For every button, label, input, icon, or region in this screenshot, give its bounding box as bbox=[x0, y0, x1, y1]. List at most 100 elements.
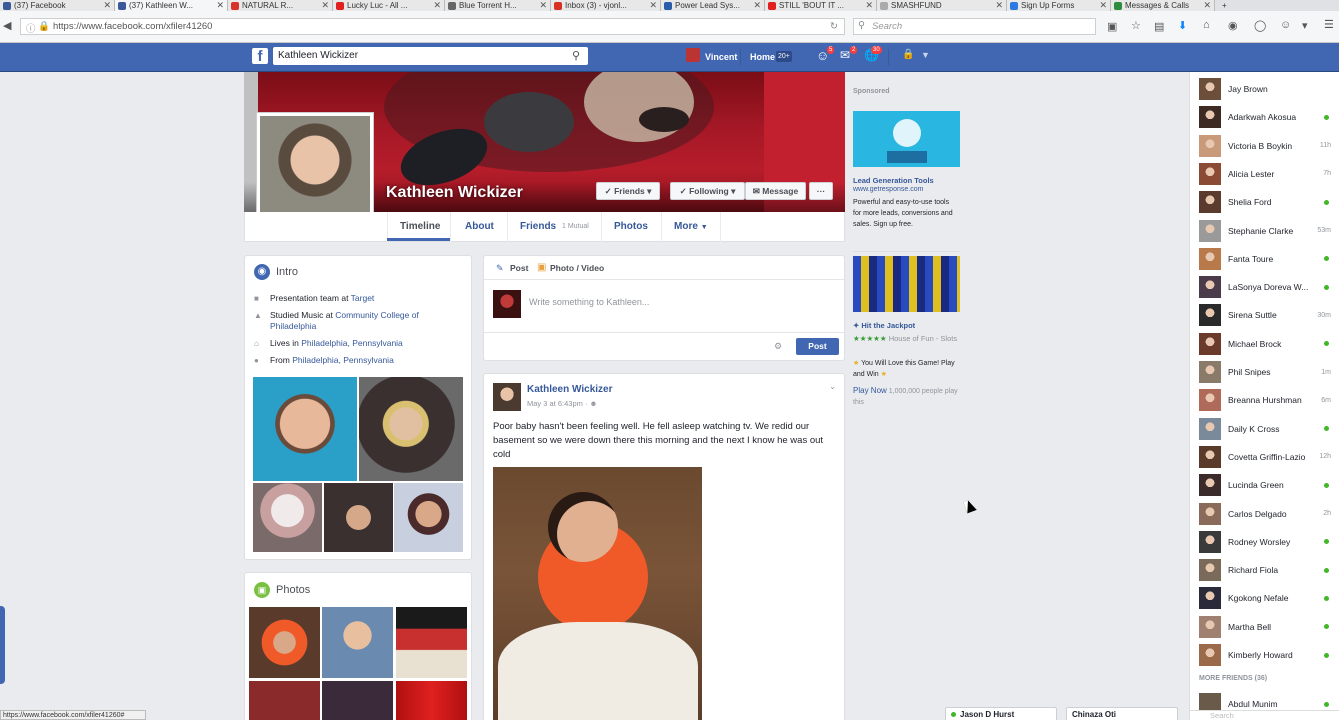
chat-friend-row[interactable]: Covetta Griffin-Lazio 12h bbox=[1199, 445, 1331, 469]
profile-name[interactable]: Kathleen Wickizer bbox=[386, 184, 523, 202]
post-time[interactable]: May 3 at 6:43pm bbox=[527, 399, 583, 408]
browser-tab[interactable]: Messages & Calls ✕ bbox=[1111, 0, 1215, 11]
ad-image[interactable] bbox=[853, 111, 960, 167]
chat-friend-row[interactable]: Lucinda Green bbox=[1199, 473, 1331, 497]
featured-photo[interactable] bbox=[253, 377, 357, 481]
gear-icon[interactable]: ⚙ bbox=[774, 341, 782, 352]
message-button[interactable]: ✉ Message bbox=[745, 182, 806, 200]
ad-title[interactable]: Lead Generation Tools bbox=[853, 176, 934, 185]
bookmark-star-icon[interactable]: ☆ bbox=[1131, 19, 1141, 32]
featured-photo[interactable] bbox=[359, 377, 463, 481]
more-options-button[interactable]: ··· bbox=[809, 182, 833, 200]
header-user-name[interactable]: Vincent bbox=[705, 52, 737, 62]
chat-friend-row[interactable]: Jay Brown bbox=[1199, 77, 1331, 101]
tab-about[interactable]: About bbox=[465, 221, 494, 232]
post-button[interactable]: Post bbox=[796, 338, 839, 355]
home-icon[interactable]: ⌂ bbox=[1203, 19, 1210, 31]
menu-icon[interactable]: ☰ bbox=[1324, 18, 1334, 31]
browser-tab[interactable]: (37) Kathleen W... ✕ bbox=[115, 0, 228, 11]
photo-thumbnail[interactable] bbox=[249, 681, 320, 720]
browser-tab[interactable]: Inbox (3) - vjonl... ✕ bbox=[551, 0, 661, 11]
overflow-icon[interactable]: ▾ bbox=[1302, 19, 1308, 32]
browser-tab[interactable]: Blue Torrent H... ✕ bbox=[445, 0, 551, 11]
tab-timeline[interactable]: Timeline bbox=[400, 221, 440, 232]
close-icon[interactable]: ✕ bbox=[865, 0, 873, 11]
chat-friend-row[interactable]: Rodney Worsley bbox=[1199, 530, 1331, 554]
chat-friend-row[interactable]: Carlos Delgado 2h bbox=[1199, 502, 1331, 526]
chat-friend-row[interactable]: Shelia Ford bbox=[1199, 190, 1331, 214]
photo-thumbnail[interactable] bbox=[396, 681, 467, 720]
browser-search-field[interactable]: ⚲ Search bbox=[853, 18, 1096, 35]
close-icon[interactable]: ✕ bbox=[433, 0, 441, 11]
chat-friend-row[interactable]: Kimberly Howard bbox=[1199, 643, 1331, 667]
close-icon[interactable]: ✕ bbox=[539, 0, 547, 11]
account-menu-chevron-icon[interactable]: ▼ bbox=[921, 50, 930, 60]
chat-friend-row[interactable]: Adarkwah Akosua bbox=[1199, 105, 1331, 129]
photos-title[interactable]: Photos bbox=[276, 584, 310, 596]
intro-work-link[interactable]: Target bbox=[351, 293, 375, 303]
chat-search-input[interactable]: Search bbox=[1190, 710, 1339, 720]
chat-friend-row[interactable]: LaSonya Doreva W... bbox=[1199, 275, 1331, 299]
chat-friend-row[interactable]: Michael Brock bbox=[1199, 332, 1331, 356]
privacy-icon[interactable]: 🔒 bbox=[902, 49, 914, 60]
close-icon[interactable]: ✕ bbox=[753, 0, 761, 11]
url-field[interactable]: ⓘ 🔒 https://www.facebook.com/xfiler41260… bbox=[20, 18, 845, 35]
friends-button[interactable]: ✓ Friends ▾ bbox=[596, 182, 660, 200]
browser-tab[interactable]: Power Lead Sys... ✕ bbox=[661, 0, 765, 11]
tab-more[interactable]: More ▼ bbox=[674, 221, 708, 232]
chat-friend-row[interactable]: Richard Fiola bbox=[1199, 558, 1331, 582]
composer-tab-post[interactable]: Post bbox=[510, 263, 528, 273]
browser-tab[interactable]: Lucky Luc - All ... ✕ bbox=[333, 0, 445, 11]
featured-photo[interactable] bbox=[394, 483, 463, 552]
extension-icon[interactable]: ▣ bbox=[1107, 20, 1117, 33]
avatar[interactable] bbox=[493, 383, 521, 411]
facebook-search-input[interactable]: Kathleen Wickizer ⚲ bbox=[273, 47, 588, 65]
post-photo[interactable] bbox=[493, 467, 702, 720]
browser-tab[interactable]: NATURAL R... ✕ bbox=[228, 0, 333, 11]
pocket-icon[interactable]: ◯ bbox=[1254, 19, 1266, 32]
composer-tab-photo[interactable]: Photo / Video bbox=[550, 263, 604, 273]
close-icon[interactable]: ✕ bbox=[649, 0, 657, 11]
reading-list-icon[interactable]: ▤ bbox=[1154, 20, 1164, 33]
reload-icon[interactable]: ↻ bbox=[830, 21, 838, 32]
browser-tab[interactable]: STILL 'BOUT IT ... ✕ bbox=[765, 0, 877, 11]
intro-from-link[interactable]: Philadelphia, Pennsylvania bbox=[292, 355, 394, 365]
chat-tab[interactable]: Chinaza Oti bbox=[1066, 707, 1178, 720]
back-icon[interactable]: ◀ bbox=[3, 19, 11, 32]
chat-friend-row[interactable]: Stephanie Clarke 53m bbox=[1199, 219, 1331, 243]
tab-photos[interactable]: Photos bbox=[614, 221, 648, 232]
close-icon[interactable]: ✕ bbox=[1203, 0, 1211, 11]
chevron-down-icon[interactable]: ⌄ bbox=[829, 382, 836, 391]
browser-tab[interactable]: Sign Up Forms ✕ bbox=[1007, 0, 1111, 11]
browser-tab[interactable]: SMASHFUND ✕ bbox=[877, 0, 1007, 11]
side-scroll-tab[interactable] bbox=[0, 606, 5, 684]
browser-tab[interactable]: (37) Facebook ✕ bbox=[0, 0, 115, 11]
ad-title[interactable]: ✦ Hit the Jackpot bbox=[853, 321, 915, 330]
close-icon[interactable]: ✕ bbox=[1099, 0, 1107, 11]
ad-image[interactable] bbox=[853, 256, 960, 312]
play-now-link[interactable]: Play Now bbox=[853, 386, 887, 395]
photo-thumbnail[interactable] bbox=[249, 607, 320, 678]
facebook-logo-icon[interactable]: f bbox=[252, 48, 268, 65]
chat-friend-row[interactable]: Martha Bell bbox=[1199, 615, 1331, 639]
avatar[interactable] bbox=[686, 48, 700, 62]
messages-icon[interactable]: ✉ bbox=[840, 48, 850, 62]
emoji-icon[interactable]: ☺ bbox=[1280, 19, 1291, 31]
photo-thumbnail[interactable] bbox=[396, 607, 467, 678]
photo-thumbnail[interactable] bbox=[322, 681, 393, 720]
featured-photo[interactable] bbox=[324, 483, 393, 552]
intro-lives-link[interactable]: Philadelphia, Pennsylvania bbox=[301, 338, 403, 348]
download-icon[interactable]: ⬇ bbox=[1178, 19, 1187, 32]
tab-friends[interactable]: Friends bbox=[520, 221, 556, 232]
chat-friend-row[interactable]: Daily K Cross bbox=[1199, 417, 1331, 441]
chat-tab[interactable]: Jason D Hurst bbox=[945, 707, 1057, 720]
photo-thumbnail[interactable] bbox=[322, 607, 393, 678]
close-icon[interactable]: ✕ bbox=[103, 0, 111, 11]
chat-friend-row[interactable]: Alicia Lester 7h bbox=[1199, 162, 1331, 186]
featured-photo[interactable] bbox=[253, 483, 322, 552]
chat-friend-row[interactable]: Sirena Suttle 30m bbox=[1199, 303, 1331, 327]
info-icon[interactable]: ⓘ bbox=[26, 21, 36, 35]
new-tab-icon[interactable]: + bbox=[1219, 0, 1233, 11]
following-button[interactable]: ✓ Following ▾ bbox=[670, 182, 745, 200]
header-home-link[interactable]: Home bbox=[750, 52, 775, 62]
